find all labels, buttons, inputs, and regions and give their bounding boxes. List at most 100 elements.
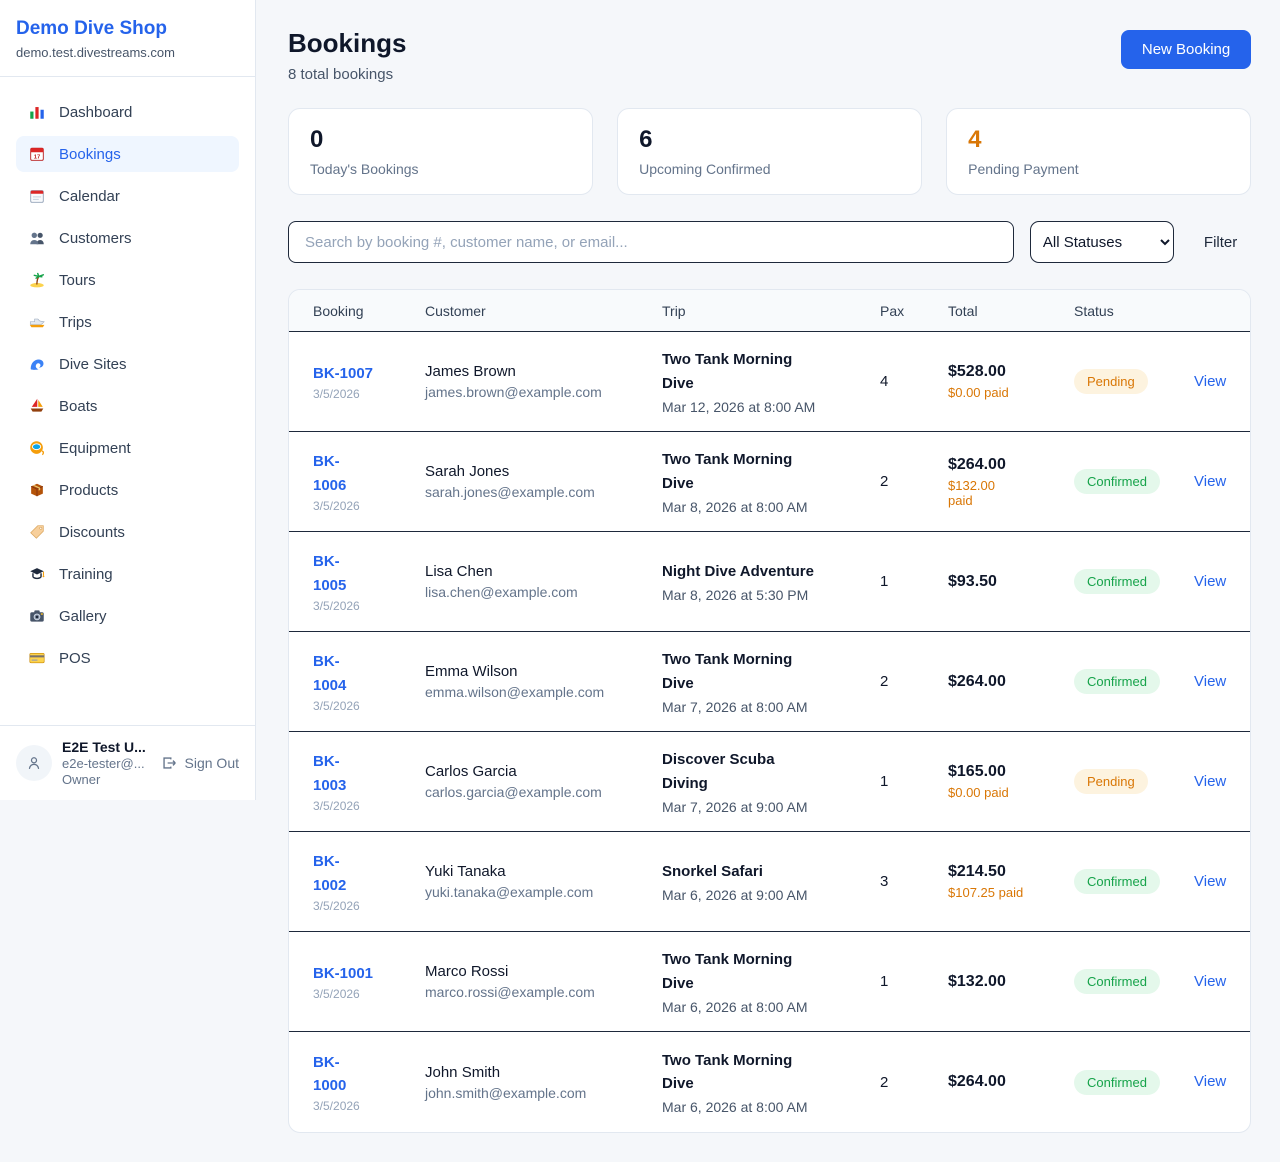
column-header: Customer <box>425 303 662 319</box>
booking-cell: BK-10003/5/2026 <box>313 1051 425 1114</box>
trip-name: Night Dive Adventure <box>662 560 880 583</box>
trip-datetime: Mar 7, 2026 at 9:00 AM <box>662 799 880 815</box>
sidebar-item-trips[interactable]: Trips <box>16 304 239 340</box>
customer-name: Yuki Tanaka <box>425 863 662 880</box>
user-info: E2E Test U... e2e-tester@... Owner <box>62 739 150 787</box>
booking-cell: BK-1006 3/5/2026 <box>313 450 425 513</box>
view-link[interactable]: View <box>1194 373 1226 390</box>
sidebar-item-label: Bookings <box>59 146 121 163</box>
total-cell: $264.00 <box>948 1073 1074 1091</box>
sidebar-item-label: Tours <box>59 272 96 289</box>
brand-name: Demo Dive Shop <box>16 18 239 40</box>
view-link[interactable]: View <box>1194 1073 1226 1090</box>
view-cell: View <box>1194 773 1226 791</box>
view-link[interactable]: View <box>1194 473 1226 490</box>
calendar-icon <box>28 187 46 205</box>
page-title: Bookings <box>288 28 406 59</box>
boats-icon <box>28 397 46 415</box>
customer-cell: Carlos Garciacarlos.garcia@example.com <box>425 763 662 800</box>
sidebar-item-gallery[interactable]: Gallery <box>16 598 239 634</box>
booking-cell: BK-10013/5/2026 <box>313 962 425 1001</box>
trip-name: Two Tank Morning Dive <box>662 648 812 695</box>
customer-name: John Smith <box>425 1064 662 1081</box>
tours-icon <box>28 271 46 289</box>
status-cell: Confirmed <box>1074 969 1194 994</box>
trip-cell: Two Tank Morning DiveMar 6, 2026 at 8:00… <box>662 948 880 1015</box>
sidebar-item-equipment[interactable]: Equipment <box>16 430 239 466</box>
booking-link[interactable]: BK-1005 <box>313 553 346 593</box>
page-subtitle: 8 total bookings <box>288 66 406 83</box>
booking-link[interactable]: BK-1007 <box>313 365 373 382</box>
sidebar-item-label: Equipment <box>59 440 131 457</box>
customer-email: sarah.jones@example.com <box>425 484 662 500</box>
sidebar-item-dashboard[interactable]: Dashboard <box>16 94 239 130</box>
total-cell: $528.00$0.00 paid <box>948 363 1074 400</box>
sidebar-item-discounts[interactable]: Discounts <box>16 514 239 550</box>
total-cell: $264.00$132.00 paid <box>948 456 1074 508</box>
view-link[interactable]: View <box>1194 973 1226 990</box>
table-row: BK-10013/5/2026Marco Rossimarco.rossi@ex… <box>289 932 1250 1032</box>
status-cell: Confirmed <box>1074 869 1194 894</box>
sidebar-item-bookings[interactable]: 17 Bookings <box>16 136 239 172</box>
dive-sites-icon <box>28 355 46 373</box>
booking-link[interactable]: BK-1002 <box>313 853 346 893</box>
view-link[interactable]: View <box>1194 873 1226 890</box>
customer-email: lisa.chen@example.com <box>425 584 662 600</box>
sidebar: Demo Dive Shop demo.test.divestreams.com… <box>0 0 256 800</box>
table-row: BK-10043/5/2026Emma Wilsonemma.wilson@ex… <box>289 632 1250 732</box>
total-cell: $132.00 <box>948 973 1074 991</box>
stats-row: 0Today's Bookings6Upcoming Confirmed4Pen… <box>288 108 1251 195</box>
pax-cell: 1 <box>880 773 948 790</box>
search-input[interactable] <box>288 221 1014 263</box>
user-name: E2E Test U... <box>62 739 150 755</box>
view-cell: View <box>1194 473 1226 491</box>
svg-text:17: 17 <box>34 155 41 161</box>
trip-name: Two Tank Morning Dive <box>662 948 812 995</box>
brand: Demo Dive Shop demo.test.divestreams.com <box>0 0 255 77</box>
trips-icon <box>28 313 46 331</box>
sidebar-item-training[interactable]: Training <box>16 556 239 592</box>
total-cell: $214.50$107.25 paid <box>948 863 1074 900</box>
trip-name: Snorkel Safari <box>662 860 880 883</box>
paid-amount: $0.00 paid <box>948 385 1074 400</box>
table-body: BK-10073/5/2026James Brownjames.brown@ex… <box>289 332 1250 1132</box>
filter-button[interactable]: Filter <box>1190 234 1251 251</box>
customer-name: Emma Wilson <box>425 663 662 680</box>
pax-cell: 2 <box>880 1074 948 1091</box>
products-icon <box>28 481 46 499</box>
sidebar-item-customers[interactable]: Customers <box>16 220 239 256</box>
gallery-icon <box>28 607 46 625</box>
sign-out-button[interactable]: Sign Out <box>160 754 239 772</box>
equipment-icon <box>28 439 46 457</box>
booking-link[interactable]: BK-1004 <box>313 653 346 693</box>
training-icon <box>28 565 46 583</box>
booking-link[interactable]: BK-1006 <box>313 453 346 493</box>
trip-cell: Two Tank Morning DiveMar 8, 2026 at 8:00… <box>662 448 880 515</box>
view-link[interactable]: View <box>1194 573 1226 590</box>
view-link[interactable]: View <box>1194 673 1226 690</box>
view-cell: View <box>1194 873 1226 891</box>
new-booking-button[interactable]: New Booking <box>1121 30 1251 69</box>
sidebar-item-products[interactable]: Products <box>16 472 239 508</box>
sidebar-item-pos[interactable]: POS <box>16 640 239 676</box>
booking-link[interactable]: BK-1000 <box>313 1054 346 1094</box>
sidebar-item-boats[interactable]: Boats <box>16 388 239 424</box>
total-cell: $93.50 <box>948 573 1074 591</box>
view-cell: View <box>1194 973 1226 991</box>
pax-cell: 4 <box>880 373 948 390</box>
sidebar-item-tours[interactable]: Tours <box>16 262 239 298</box>
booking-date: 3/5/2026 <box>313 499 425 513</box>
status-select[interactable]: All Statuses <box>1030 221 1174 263</box>
sidebar-item-label: Dive Sites <box>59 356 127 373</box>
booking-link[interactable]: BK-1003 <box>313 753 346 793</box>
sidebar-item-dive-sites[interactable]: Dive Sites <box>16 346 239 382</box>
table-row: BK-10073/5/2026James Brownjames.brown@ex… <box>289 332 1250 432</box>
status-cell: Confirmed <box>1074 669 1194 694</box>
booking-link[interactable]: BK-1001 <box>313 965 373 982</box>
sidebar-item-label: Discounts <box>59 524 125 541</box>
view-cell: View <box>1194 573 1226 591</box>
sidebar-item-calendar[interactable]: Calendar <box>16 178 239 214</box>
pax-cell: 2 <box>880 473 948 490</box>
trip-cell: Two Tank Morning DiveMar 12, 2026 at 8:0… <box>662 348 880 415</box>
view-link[interactable]: View <box>1194 773 1226 790</box>
